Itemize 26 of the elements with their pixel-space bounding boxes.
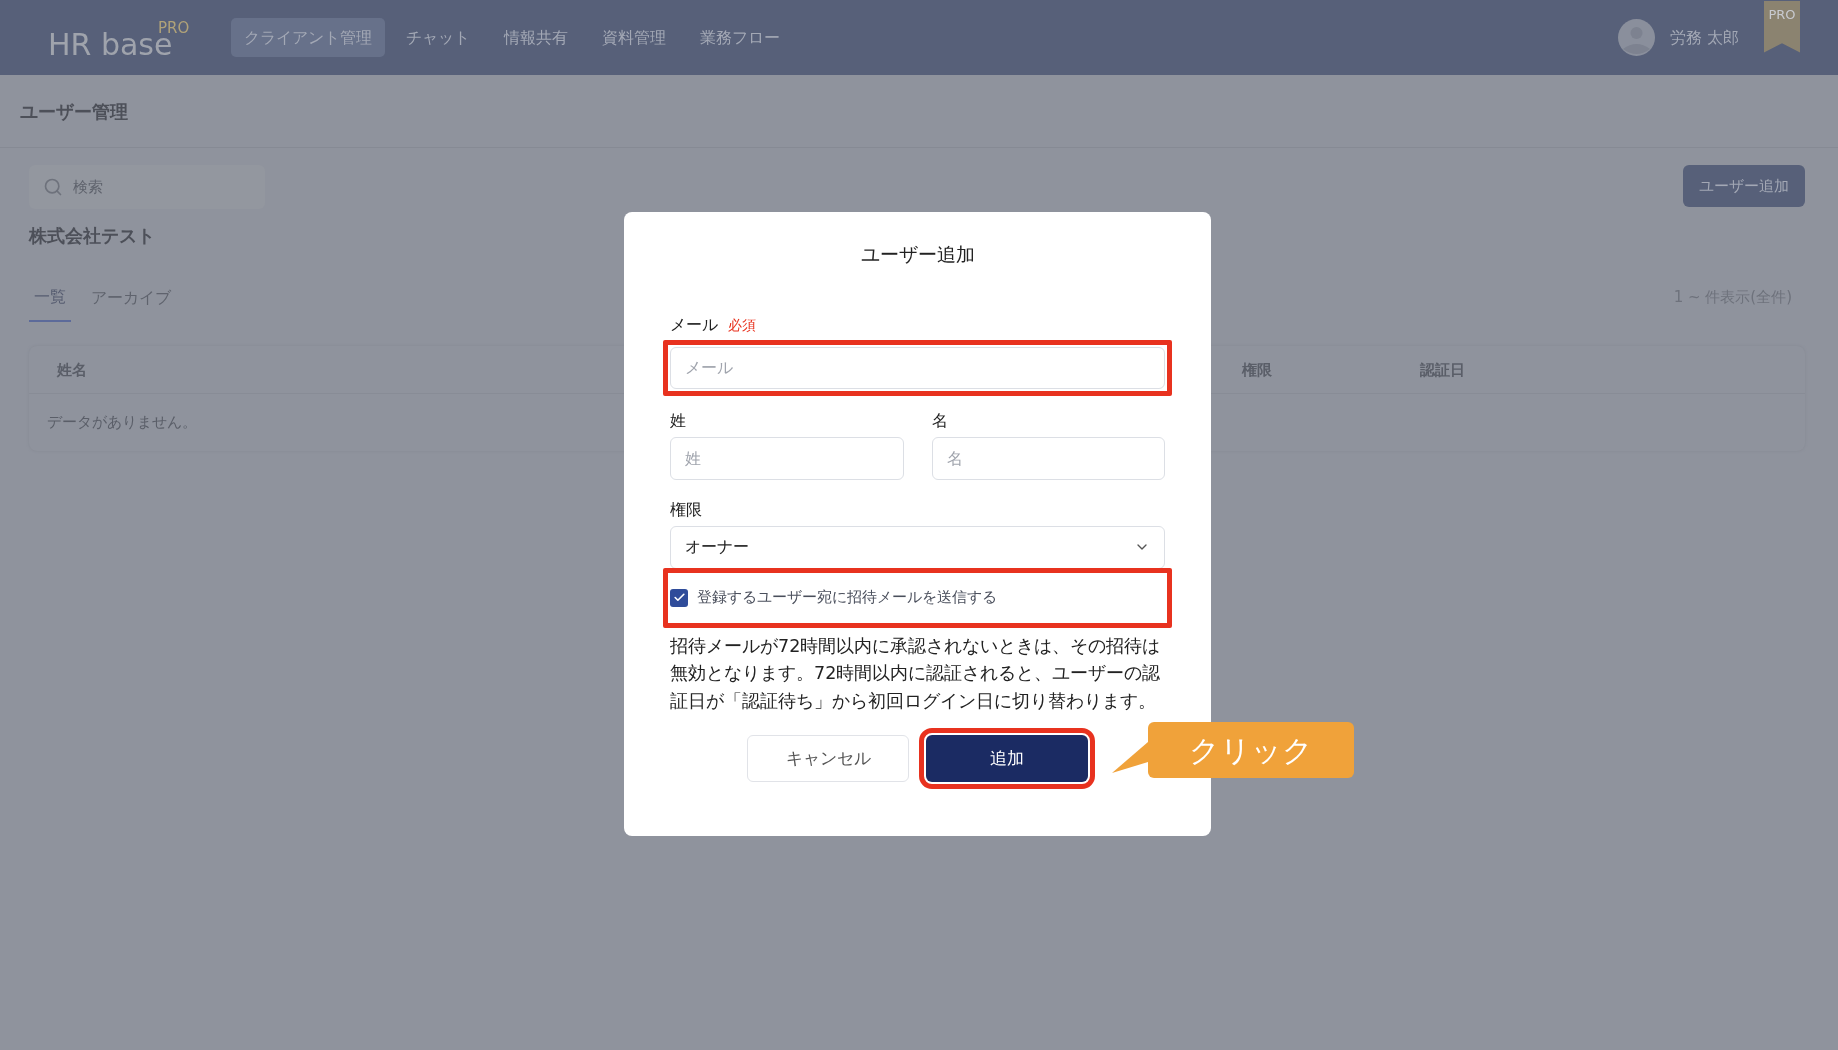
plan-ribbon: PRO xyxy=(1764,0,1800,53)
invite-note: 招待メールが72時間以内に承認されないときは、その招待は無効となります。72時間以内に認証されると、ユーザーの認証日が「認証待ち」から初回ログイン日に切り替わります。 xyxy=(670,634,1162,713)
name-field[interactable]: 姓 xyxy=(670,436,904,480)
field-label: メール xyxy=(670,314,718,334)
add-user-button[interactable]: ユーザー追加 xyxy=(1683,165,1805,207)
field-label: 姓 xyxy=(670,409,687,432)
search-icon xyxy=(43,177,63,197)
callout-text: クリック xyxy=(1189,731,1313,770)
dialog-title: ユーザー追加 xyxy=(859,242,976,267)
field-label: 権限 xyxy=(670,498,703,521)
field-label: 名 xyxy=(931,409,949,432)
required-mark: 必須 xyxy=(728,316,756,333)
name-field[interactable]: 名 xyxy=(931,436,1165,480)
check-icon xyxy=(672,591,686,604)
page-title: ユーザー管理 xyxy=(20,99,128,124)
nav-tab[interactable]: クライアント管理 xyxy=(231,18,385,57)
company-name: 株式会社テスト xyxy=(29,224,156,248)
nav-tab[interactable]: 業務フロー xyxy=(687,18,793,57)
invite-checkbox[interactable] xyxy=(670,588,688,607)
nav-tab[interactable]: 情報共有 xyxy=(491,18,581,57)
nav-tab[interactable]: 資料管理 xyxy=(589,18,679,57)
checkbox-label[interactable]: 登録するユーザー宛に招待メールを送信する xyxy=(697,586,997,609)
user-name[interactable]: 労務 太郎 xyxy=(1669,25,1739,50)
cancel-button[interactable]: キャンセル xyxy=(747,735,909,782)
email-field[interactable]: メール xyxy=(670,346,1165,389)
nav-tab[interactable]: チャット xyxy=(393,18,483,57)
